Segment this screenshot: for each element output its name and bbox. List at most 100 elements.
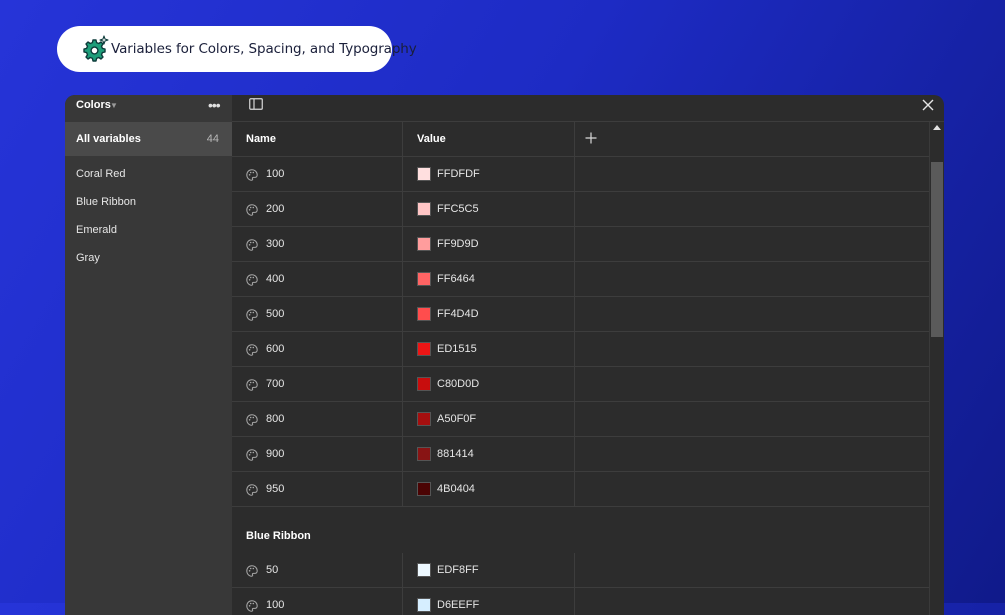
color-swatch[interactable]	[417, 447, 431, 461]
sidebar-item-coral-red[interactable]: Coral Red	[76, 168, 126, 180]
sidebar: Colors ▼ ••• All variables 44 Coral Red …	[65, 95, 232, 615]
color-swatch[interactable]	[417, 167, 431, 181]
color-swatch[interactable]	[417, 342, 431, 356]
sidebar-toggle-icon[interactable]	[249, 98, 263, 110]
more-options-icon[interactable]: •••	[208, 97, 221, 113]
table-row[interactable]: 950 4B0404	[232, 472, 930, 507]
value-cell[interactable]: A50F0F	[403, 402, 575, 436]
name-cell[interactable]: 50	[232, 553, 403, 587]
variable-name: 900	[266, 448, 285, 460]
add-mode-icon[interactable]	[585, 132, 597, 144]
value-cell[interactable]: 881414	[403, 437, 575, 471]
variables-table: Name Value 100 FFDFDF 200 FFC5C5 300 FF9D9D 40…	[232, 122, 930, 615]
color-swatch[interactable]	[417, 272, 431, 286]
value-cell[interactable]: ED1515	[403, 332, 575, 366]
table-row[interactable]: 100 D6EEFF	[232, 588, 930, 615]
hex-value: EDF8FF	[437, 564, 479, 576]
table-row[interactable]: 900 881414	[232, 437, 930, 472]
color-swatch[interactable]	[417, 237, 431, 251]
table-row[interactable]: 800 A50F0F	[232, 402, 930, 437]
scroll-thumb[interactable]	[931, 162, 943, 337]
hex-value: A50F0F	[437, 413, 477, 425]
value-cell[interactable]: 4B0404	[403, 472, 575, 506]
name-cell[interactable]: 300	[232, 227, 403, 261]
hex-value: FF9D9D	[437, 238, 479, 250]
variable-name: 200	[266, 203, 285, 215]
name-cell[interactable]: 950	[232, 472, 403, 506]
hex-value: C80D0D	[437, 378, 480, 390]
color-swatch[interactable]	[417, 377, 431, 391]
name-cell[interactable]: 600	[232, 332, 403, 366]
color-swatch[interactable]	[417, 598, 431, 612]
value-cell[interactable]: D6EEFF	[403, 588, 575, 615]
color-swatch[interactable]	[417, 563, 431, 577]
color-variable-icon	[246, 308, 258, 321]
name-cell[interactable]: 700	[232, 367, 403, 401]
column-header-value: Value	[417, 133, 446, 145]
sidebar-item-gray[interactable]: Gray	[76, 252, 100, 264]
table-row[interactable]: 300 FF9D9D	[232, 227, 930, 262]
color-variable-icon	[246, 203, 258, 216]
name-cell[interactable]: 200	[232, 192, 403, 226]
table-row[interactable]: 600 ED1515	[232, 332, 930, 367]
hex-value: 4B0404	[437, 483, 475, 495]
value-cell[interactable]: FF9D9D	[403, 227, 575, 261]
value-cell[interactable]: EDF8FF	[403, 553, 575, 587]
name-cell[interactable]: 100	[232, 157, 403, 191]
value-cell[interactable]: FF6464	[403, 262, 575, 296]
variables-window: Colors ▼ ••• All variables 44 Coral Red …	[65, 95, 944, 615]
value-cell[interactable]: FF4D4D	[403, 297, 575, 331]
table-row[interactable]: 700 C80D0D	[232, 367, 930, 402]
table-row[interactable]: 200 FFC5C5	[232, 192, 930, 227]
value-cell[interactable]: C80D0D	[403, 367, 575, 401]
collection-title: Colors	[76, 99, 111, 111]
close-icon[interactable]	[922, 99, 934, 111]
color-variable-icon	[246, 564, 258, 577]
value-cell[interactable]: FFC5C5	[403, 192, 575, 226]
column-header-name: Name	[246, 133, 276, 145]
color-swatch[interactable]	[417, 482, 431, 496]
hex-value: 881414	[437, 448, 474, 460]
name-cell[interactable]: 500	[232, 297, 403, 331]
color-swatch[interactable]	[417, 307, 431, 321]
gear-sparkle-icon	[83, 35, 109, 62]
scrollbar[interactable]	[929, 122, 944, 615]
name-cell[interactable]: 800	[232, 402, 403, 436]
collection-selector[interactable]: Colors ▼ •••	[65, 95, 232, 121]
variable-name: 950	[266, 483, 285, 495]
variable-name: 50	[266, 564, 279, 576]
variable-name: 100	[266, 168, 285, 180]
color-variable-icon	[246, 413, 258, 426]
table-header: Name Value	[232, 122, 930, 157]
hex-value: ED1515	[437, 343, 477, 355]
feature-badge: Variables for Colors, Spacing, and Typog…	[57, 26, 417, 72]
color-variable-icon	[246, 483, 258, 496]
name-cell[interactable]: 400	[232, 262, 403, 296]
top-toolbar	[232, 95, 944, 122]
hex-value: D6EEFF	[437, 599, 480, 611]
sidebar-item-emerald[interactable]: Emerald	[76, 224, 117, 236]
variable-name: 100	[266, 599, 285, 611]
color-variable-icon	[246, 448, 258, 461]
name-cell[interactable]: 900	[232, 437, 403, 471]
color-variable-icon	[246, 273, 258, 286]
value-cell[interactable]: FFDFDF	[403, 157, 575, 191]
scroll-up-arrow-icon[interactable]	[933, 125, 941, 130]
table-row[interactable]: 50 EDF8FF	[232, 553, 930, 588]
hex-value: FFC5C5	[437, 203, 479, 215]
variable-name: 500	[266, 308, 285, 320]
color-swatch[interactable]	[417, 202, 431, 216]
name-cell[interactable]: 100	[232, 588, 403, 615]
hex-value: FF4D4D	[437, 308, 479, 320]
variable-name: 300	[266, 238, 285, 250]
variable-name: 800	[266, 413, 285, 425]
color-variable-icon	[246, 238, 258, 251]
table-row[interactable]: 500 FF4D4D	[232, 297, 930, 332]
table-row[interactable]: 100 FFDFDF	[232, 157, 930, 192]
table-row[interactable]: 400 FF6464	[232, 262, 930, 297]
color-variable-icon	[246, 343, 258, 356]
sidebar-item-all-variables[interactable]: All variables 44	[65, 122, 232, 156]
sidebar-item-blue-ribbon[interactable]: Blue Ribbon	[76, 196, 136, 208]
color-swatch[interactable]	[417, 412, 431, 426]
sidebar-item-label: All variables	[76, 133, 141, 145]
